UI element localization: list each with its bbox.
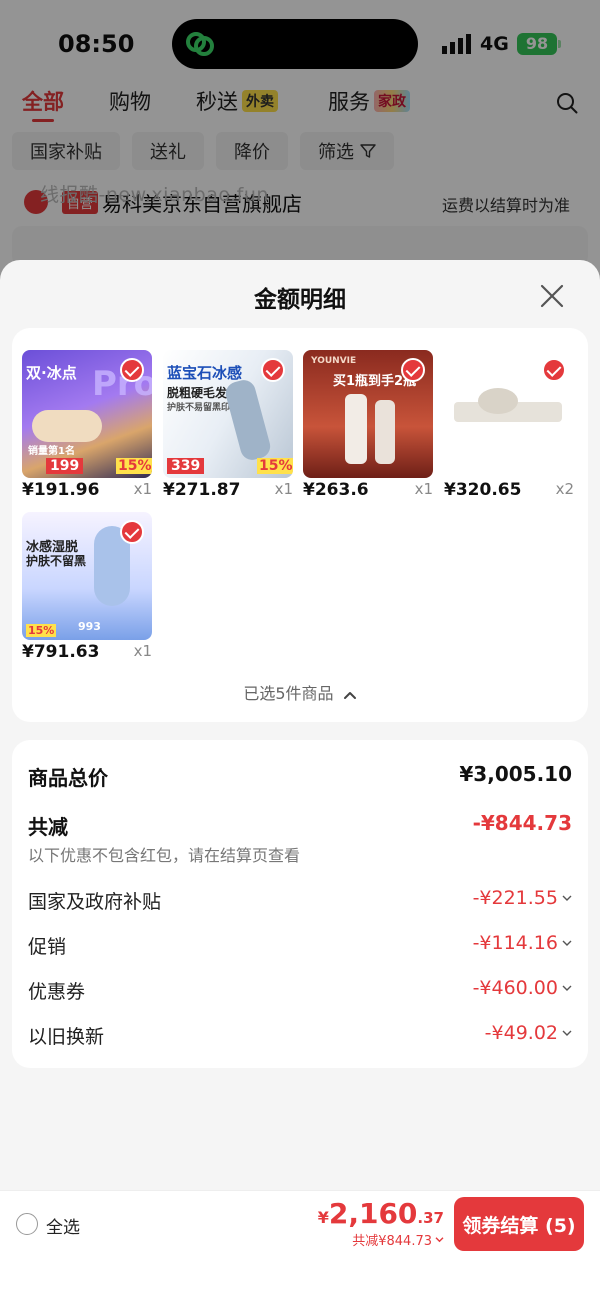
- selected-count-toggle[interactable]: 已选5件商品: [12, 680, 588, 704]
- thumb-text: 护肤不留黑: [26, 554, 87, 568]
- item-price: ¥263.6: [303, 480, 369, 500]
- sheet-title: 金额明细: [254, 287, 346, 313]
- thumb-text: 15%: [26, 624, 57, 637]
- chevron-down-icon: [562, 985, 572, 991]
- chevron-down-icon: [562, 940, 572, 946]
- thumb-text: 蓝宝石冰感: [167, 364, 243, 382]
- thumb-text: 脱粗硬毛发: [167, 386, 228, 400]
- summary-label: 以旧换新: [28, 1026, 105, 1048]
- goods-item[interactable]: 蓝宝石冰感 脱粗硬毛发 护肤不易留黑印 339 15% ¥271.87 x1: [163, 350, 293, 500]
- summary-total-row: 商品总价 ¥3,005.10: [28, 762, 572, 792]
- product-thumbnail: 冰感湿脱 护肤不留黑 993 15%: [22, 512, 152, 640]
- selected-count-text: 已选5件商品: [243, 684, 334, 703]
- item-check-icon[interactable]: [401, 358, 425, 382]
- chevron-up-icon: [343, 691, 356, 699]
- product-thumbnail: [444, 350, 574, 478]
- chevron-down-icon: [562, 1030, 572, 1036]
- product-thumbnail: 双·冰点 Pro 销量第1名 199 15%: [22, 350, 152, 478]
- item-price: ¥191.96: [22, 480, 100, 500]
- price-summary-card: 商品总价 ¥3,005.10 共减 -¥844.73 以下优惠不包含红包，请在结…: [12, 740, 588, 1068]
- item-price: ¥791.63: [22, 642, 100, 662]
- item-qty: x1: [133, 480, 152, 498]
- summary-value: -¥221.55: [472, 887, 558, 909]
- item-check-icon[interactable]: [542, 358, 566, 382]
- discount-note: 以下优惠不包含红包，请在结算页查看: [28, 846, 301, 865]
- thumb-text: YOUNVIE: [311, 356, 357, 366]
- select-all-label[interactable]: 全选: [46, 1213, 80, 1238]
- thumb-text: 护肤不易留黑印: [167, 403, 231, 413]
- item-qty: x1: [414, 480, 433, 498]
- reduce-summary-toggle[interactable]: 共减¥844.73: [318, 1230, 444, 1249]
- goods-card: 双·冰点 Pro 销量第1名 199 15% ¥191.96 x1 蓝宝石冰感 …: [12, 328, 588, 722]
- reduce-summary-text: 共减¥844.73: [352, 1234, 432, 1249]
- product-shape: [345, 394, 367, 464]
- dim-overlay[interactable]: [0, 0, 600, 300]
- select-all-radio[interactable]: [16, 1213, 38, 1235]
- summary-label: 优惠券: [28, 981, 86, 1003]
- summary-value: -¥460.00: [472, 977, 558, 999]
- discount-row-subsidy[interactable]: 国家及政府补贴 -¥221.55: [28, 887, 572, 917]
- thumb-text: 993: [78, 620, 101, 633]
- total-decimal: .37: [417, 1209, 444, 1227]
- summary-value: ¥3,005.10: [459, 762, 572, 786]
- summary-value-wrap: -¥114.16: [473, 932, 572, 954]
- goods-item[interactable]: ¥320.65 x2: [444, 350, 574, 500]
- summary-value-wrap: -¥460.00: [473, 977, 572, 999]
- summary-reduce-row: 共减 -¥844.73: [28, 811, 572, 841]
- close-icon[interactable]: [536, 280, 568, 312]
- product-shape: [375, 400, 395, 464]
- item-check-icon[interactable]: [120, 358, 144, 382]
- checkout-bar: 全选 ¥ 2,160 .37 共减¥844.73 领券结算 (5): [0, 1190, 600, 1256]
- thumb-text: 15%: [116, 458, 152, 474]
- summary-value-wrap: -¥221.55: [473, 887, 572, 909]
- amount-detail-sheet: 金额明细 双·冰点 Pro 销量第1名 199 15% ¥191.96 x1 蓝…: [0, 260, 600, 1303]
- goods-item[interactable]: YOUNVIE 买1瓶到手2瓶 ¥263.6 x1: [303, 350, 433, 500]
- total-integer: 2,160: [328, 1197, 418, 1230]
- discount-row-trade-in[interactable]: 以旧换新 -¥49.02: [28, 1022, 572, 1052]
- product-thumbnail: YOUNVIE 买1瓶到手2瓶: [303, 350, 433, 478]
- summary-value-wrap: -¥49.02: [485, 1022, 572, 1044]
- item-check-icon[interactable]: [120, 520, 144, 544]
- product-thumbnail: 蓝宝石冰感 脱粗硬毛发 护肤不易留黑印 339 15%: [163, 350, 293, 478]
- summary-value: -¥49.02: [484, 1022, 558, 1044]
- checkout-button[interactable]: 领券结算 (5): [454, 1197, 584, 1251]
- discount-row-coupon[interactable]: 优惠券 -¥460.00: [28, 977, 572, 1007]
- chevron-down-icon: [562, 895, 572, 901]
- thumb-text: 339: [167, 458, 205, 474]
- total-price: ¥ 2,160 .37 共减¥844.73: [318, 1197, 444, 1249]
- summary-label: 商品总价: [28, 766, 108, 790]
- summary-label: 国家及政府补贴: [28, 891, 162, 913]
- currency-symbol: ¥: [317, 1208, 329, 1227]
- thumb-text: 15%: [257, 458, 293, 474]
- chevron-down-icon: [435, 1237, 444, 1243]
- home-indicator-area: [0, 1256, 600, 1303]
- discount-row-promotion[interactable]: 促销 -¥114.16: [28, 932, 572, 962]
- summary-label: 促销: [28, 936, 67, 958]
- product-shape: [478, 388, 518, 414]
- summary-value: -¥114.16: [472, 932, 558, 954]
- thumb-text: 销量第1名: [28, 446, 75, 457]
- product-shape: [223, 377, 273, 463]
- item-qty: x2: [555, 480, 574, 498]
- item-price: ¥320.65: [444, 480, 522, 500]
- summary-label: 共减: [28, 815, 68, 839]
- item-check-icon[interactable]: [261, 358, 285, 382]
- summary-value: -¥844.73: [472, 811, 572, 835]
- thumb-text: 199: [46, 458, 84, 474]
- product-shape: [32, 410, 102, 442]
- goods-item[interactable]: 冰感湿脱 护肤不留黑 993 15% ¥791.63 x1: [22, 512, 152, 662]
- thumb-text: 双·冰点: [26, 364, 77, 382]
- item-qty: x1: [133, 642, 152, 660]
- item-price: ¥271.87: [163, 480, 241, 500]
- total-line: ¥ 2,160 .37: [318, 1197, 444, 1230]
- goods-item[interactable]: 双·冰点 Pro 销量第1名 199 15% ¥191.96 x1: [22, 350, 152, 500]
- item-qty: x1: [274, 480, 293, 498]
